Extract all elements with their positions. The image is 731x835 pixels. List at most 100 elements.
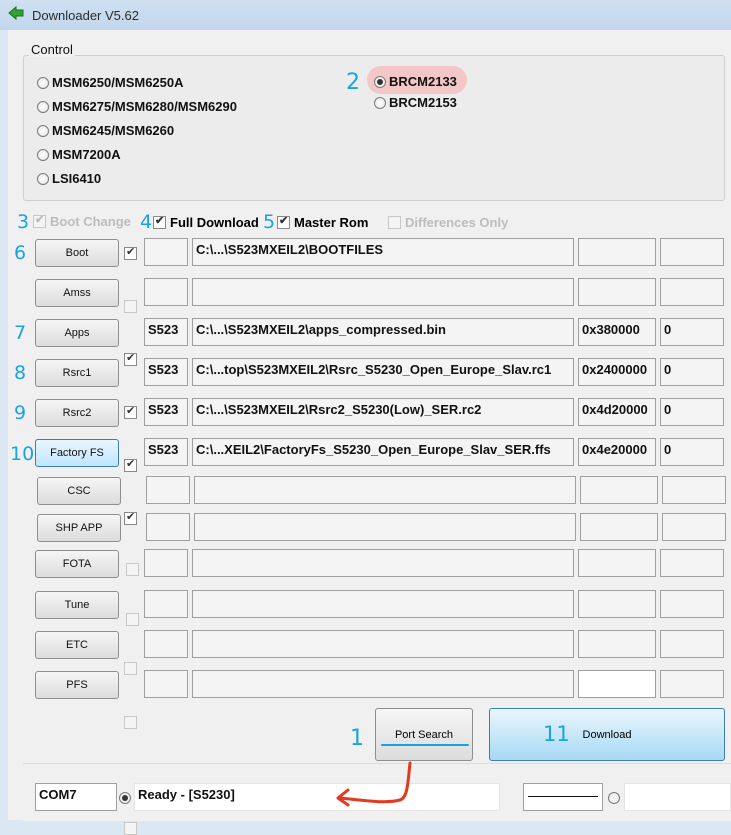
master-rom-option: Master Rom bbox=[277, 214, 369, 230]
file-path-field[interactable] bbox=[194, 513, 576, 541]
differences-only-checkbox[interactable] bbox=[388, 216, 401, 229]
port-radio-2[interactable] bbox=[608, 792, 623, 804]
file-button-label: CSC bbox=[67, 485, 91, 497]
file-button[interactable]: Apps bbox=[35, 319, 119, 347]
differences-only-label: Differences Only bbox=[405, 215, 509, 230]
boot-change-checkbox[interactable] bbox=[33, 213, 46, 228]
file-path-field[interactable] bbox=[192, 670, 574, 698]
window-title: Downloader V5.62 bbox=[32, 8, 139, 23]
file-button-label: ETC bbox=[66, 639, 88, 651]
empty-port-dash bbox=[528, 796, 598, 797]
file-tag-field bbox=[146, 476, 190, 504]
chipset-radio[interactable] bbox=[37, 148, 49, 161]
file-checkbox[interactable] bbox=[126, 563, 139, 576]
file-path-field[interactable] bbox=[192, 278, 574, 306]
address-field bbox=[578, 630, 656, 658]
file-path-field[interactable] bbox=[192, 590, 574, 618]
address-field bbox=[580, 513, 658, 541]
chipset-radio[interactable] bbox=[37, 76, 49, 89]
file-button-label: SHP APP bbox=[55, 522, 103, 534]
file-path-field[interactable]: C:\...top\S523MXEIL2\Rsrc_S5230_Open_Eur… bbox=[192, 358, 574, 386]
file-button-label: Rsrc2 bbox=[62, 407, 92, 419]
chipset-radio[interactable] bbox=[37, 172, 49, 185]
address-field bbox=[578, 670, 656, 698]
crc-field bbox=[660, 630, 724, 658]
file-path-field[interactable] bbox=[192, 630, 574, 658]
file-button[interactable]: SHP APP bbox=[37, 514, 121, 542]
crc-field bbox=[660, 278, 724, 306]
file-checkbox[interactable] bbox=[124, 662, 137, 675]
file-button[interactable]: PFS bbox=[35, 671, 119, 699]
chipset-option[interactable]: BRCM2133 bbox=[374, 74, 457, 89]
file-checkbox[interactable] bbox=[124, 245, 137, 260]
chipset-label: MSM6250/MSM6250A bbox=[52, 75, 184, 90]
file-button-label: Amss bbox=[63, 287, 91, 299]
file-button[interactable]: Amss bbox=[35, 279, 119, 307]
file-button-label: Apps bbox=[64, 327, 90, 339]
crc-field bbox=[662, 476, 726, 504]
address-field: 0x2400000 bbox=[578, 358, 656, 386]
file-button[interactable]: Rsrc1 bbox=[35, 359, 119, 387]
file-checkbox[interactable] bbox=[124, 716, 137, 729]
file-checkbox[interactable] bbox=[124, 300, 137, 313]
file-button[interactable]: CSC bbox=[37, 477, 121, 505]
file-checkbox[interactable] bbox=[124, 457, 137, 472]
file-tag-field: S523 bbox=[144, 358, 188, 386]
file-tag-field: S523 bbox=[144, 398, 188, 426]
chipset-option[interactable]: BRCM2153 bbox=[374, 95, 457, 110]
annotation-7: 7 bbox=[14, 322, 27, 344]
chipset-option[interactable]: MSM6275/MSM6280/MSM6290 bbox=[37, 99, 237, 114]
file-tag-field: S523 bbox=[144, 438, 188, 466]
port-search-button[interactable]: Port Search bbox=[375, 708, 473, 761]
file-button[interactable]: Rsrc2 bbox=[35, 399, 119, 427]
app-icon bbox=[8, 5, 24, 21]
chipset-option[interactable]: MSM7200A bbox=[37, 147, 121, 162]
file-path-field[interactable]: C:\...\S523MXEIL2\BOOTFILES bbox=[192, 238, 574, 266]
master-rom-label: Master Rom bbox=[294, 215, 369, 230]
chipset-label: MSM6275/MSM6280/MSM6290 bbox=[52, 99, 237, 114]
address-field bbox=[578, 278, 656, 306]
download-button[interactable]: Download bbox=[489, 708, 725, 761]
status-message-field-2 bbox=[624, 783, 731, 811]
chipset-radio[interactable] bbox=[374, 75, 386, 88]
file-path-field[interactable]: C:\...XEIL2\FactoryFs_S5230_Open_Europe_… bbox=[192, 438, 574, 466]
chipset-option[interactable]: LSI6410 bbox=[37, 171, 101, 186]
chipset-option[interactable]: MSM6245/MSM6260 bbox=[37, 123, 174, 138]
file-checkbox[interactable] bbox=[124, 510, 137, 525]
crc-field: 0 bbox=[660, 438, 724, 466]
crc-field bbox=[662, 513, 726, 541]
chipset-radio[interactable] bbox=[37, 124, 49, 137]
file-checkbox[interactable] bbox=[124, 404, 137, 419]
file-button[interactable]: Factory FS bbox=[35, 439, 119, 467]
address-field: 0x4e20000 bbox=[578, 438, 656, 466]
file-checkbox[interactable] bbox=[124, 351, 137, 366]
file-button[interactable]: Tune bbox=[35, 591, 119, 619]
file-button-label: Factory FS bbox=[50, 447, 104, 459]
file-checkbox[interactable] bbox=[124, 822, 137, 835]
file-button[interactable]: ETC bbox=[35, 631, 119, 659]
file-button[interactable]: Boot bbox=[35, 239, 119, 267]
crc-field bbox=[660, 670, 724, 698]
file-path-field[interactable]: C:\...\S523MXEIL2\apps_compressed.bin bbox=[192, 318, 574, 346]
crc-field bbox=[660, 590, 724, 618]
port-radio[interactable] bbox=[119, 792, 134, 804]
file-checkbox[interactable] bbox=[126, 613, 139, 626]
file-path-field[interactable] bbox=[194, 476, 576, 504]
chipset-radio[interactable] bbox=[37, 100, 49, 113]
full-download-checkbox[interactable] bbox=[153, 214, 166, 229]
file-path-field[interactable]: C:\...\S523MXEIL2\Rsrc2_S5230(Low)_SER.r… bbox=[192, 398, 574, 426]
address-field: 0x380000 bbox=[578, 318, 656, 346]
chipset-radio[interactable] bbox=[374, 96, 386, 109]
annotation-9: 9 bbox=[14, 402, 27, 424]
full-download-option: Full Download bbox=[153, 214, 259, 230]
file-button[interactable]: FOTA bbox=[35, 550, 119, 578]
com-port-value: COM7 bbox=[39, 787, 77, 802]
com-port-field: COM7 bbox=[35, 783, 117, 811]
annotation-3: 3 bbox=[17, 211, 30, 233]
master-rom-checkbox[interactable] bbox=[277, 214, 290, 229]
chipset-option[interactable]: MSM6250/MSM6250A bbox=[37, 75, 184, 90]
download-label: Download bbox=[582, 728, 632, 741]
file-tag-field bbox=[144, 670, 188, 698]
annotation-10: 10 bbox=[10, 443, 35, 465]
file-path-field[interactable] bbox=[192, 549, 574, 577]
